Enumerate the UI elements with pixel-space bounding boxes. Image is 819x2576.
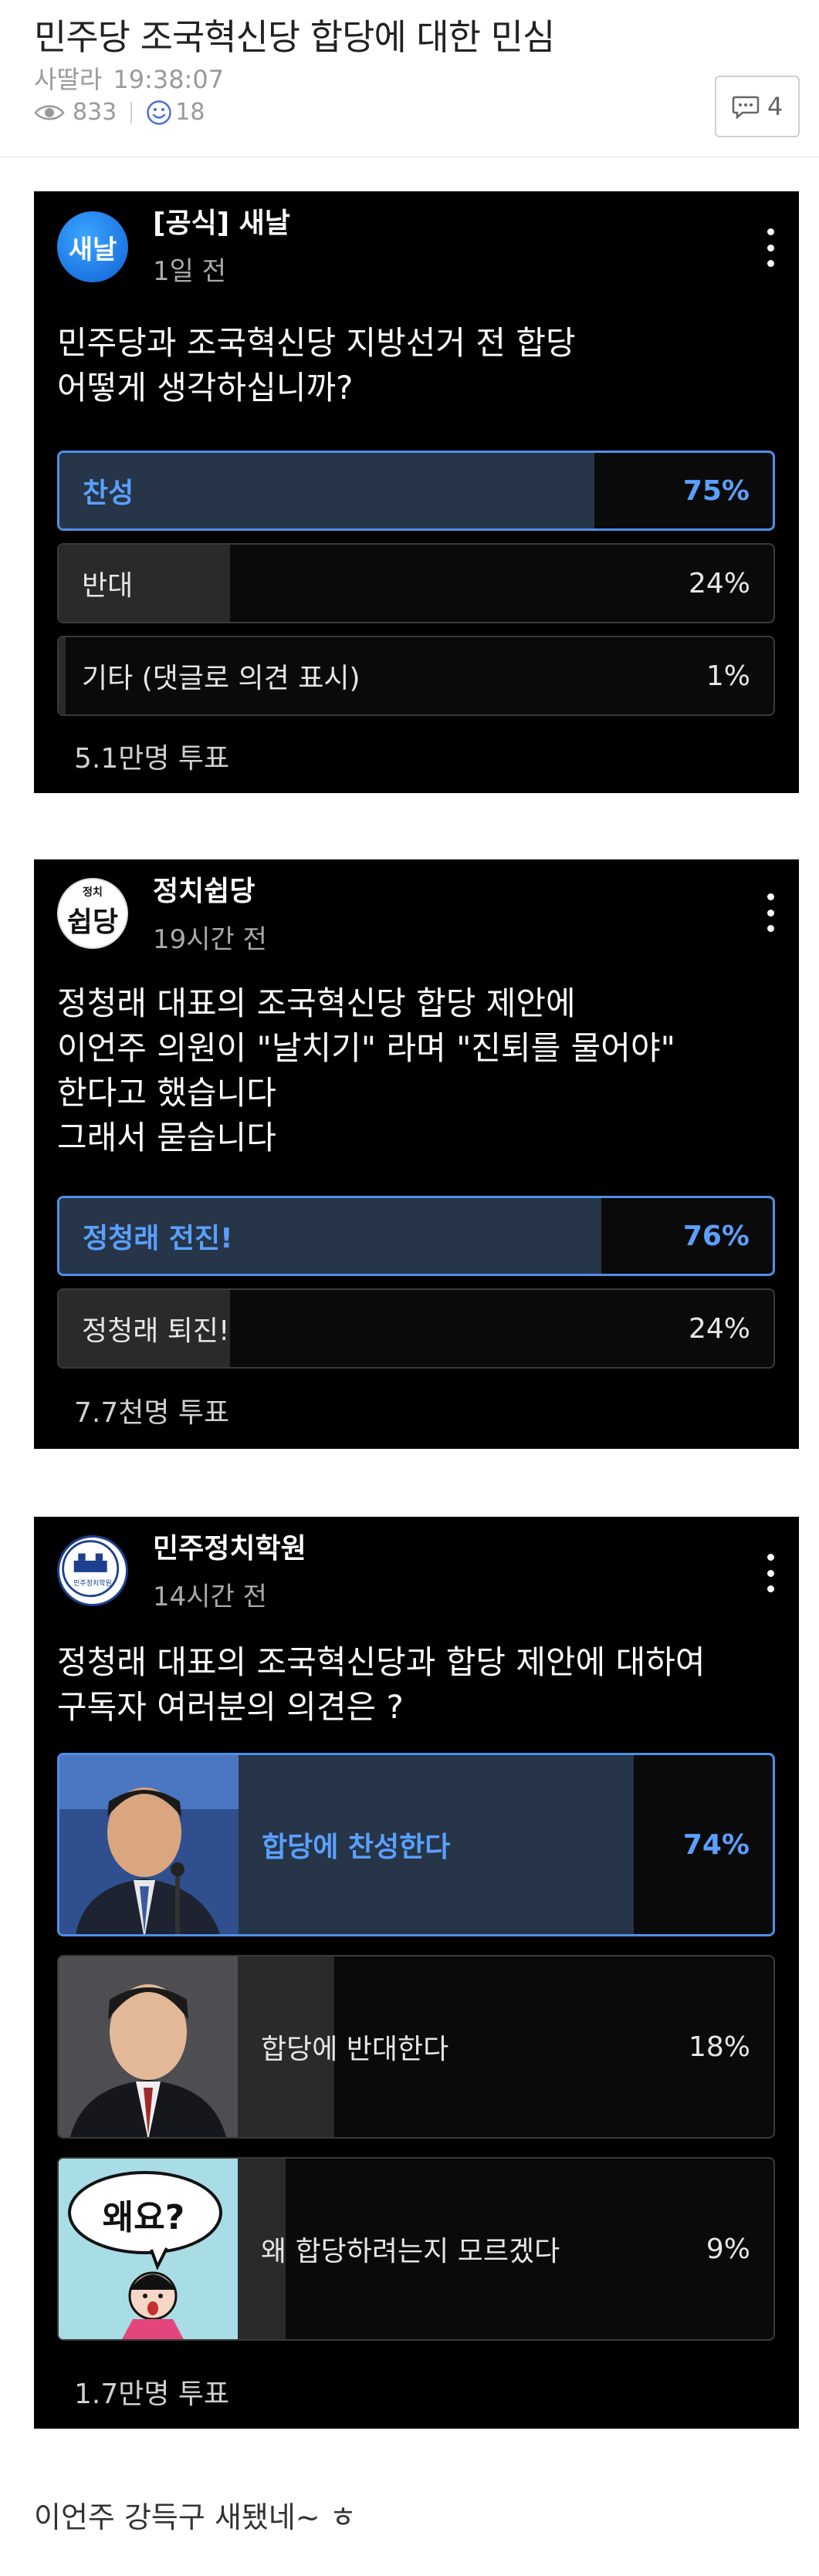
channel-name[interactable]: 정치쉽당 <box>153 869 255 909</box>
vote-count: 7.7천명 투표 <box>74 1397 230 1429</box>
poll-option-percent: 24% <box>688 567 750 599</box>
avatar-label: 쉽당 <box>66 906 119 938</box>
post-time: 19:38:07 <box>113 65 225 94</box>
post-title: 민주당 조국혁신당 합당에 대한 민심 <box>34 16 555 58</box>
poll-option-percent: 1% <box>706 660 750 692</box>
poll-question: 정청래 대표의 조국혁신당과 합당 제안에 대하여 구독자 여러분의 의견은 ? <box>57 1643 706 1726</box>
avatar-label: 새날 <box>68 235 117 265</box>
poll-option-percent: 76% <box>682 1220 750 1252</box>
poll-option-label: 찬성 <box>83 478 134 509</box>
poll-option-label: 정청래 전진! <box>83 1223 233 1254</box>
comment-icon <box>732 96 760 119</box>
channel-avatar[interactable]: 민주정치학원 <box>57 1535 128 1606</box>
post-age: 14시간 전 <box>153 1582 267 1612</box>
politician-photo <box>59 1755 239 1934</box>
poll-card: 정치 쉽당 정치쉽당 19시간 전 정청래 대표의 조국혁신당 합당 제안에 이… <box>34 859 799 1449</box>
poll-option-fill <box>59 637 66 714</box>
channel-name[interactable]: 민주정치학원 <box>153 1526 306 1566</box>
poll-option[interactable]: 정청래 전진! 76% <box>57 1196 775 1276</box>
poll-question: 정청래 대표의 조국혁신당 합당 제안에 이언주 의원이 "날치기" 라며 "진… <box>57 984 675 1156</box>
poll-option[interactable]: 합당에 찬성한다 74% <box>57 1753 775 1936</box>
poll-option-label: 합당에 반대한다 <box>261 2034 449 2065</box>
comment-button[interactable]: 4 <box>715 76 800 137</box>
cartoon-drawing <box>59 2159 238 2339</box>
poll-option-fill <box>59 453 594 528</box>
poll-option-percent: 18% <box>688 2031 750 2063</box>
poll-question: 민주당과 조국혁신당 지방선거 전 합당 어떻게 생각하십니까? <box>57 324 576 407</box>
poll-option-percent: 24% <box>688 1312 750 1345</box>
view-count: 833 <box>73 99 117 126</box>
comment-count: 4 <box>767 92 783 121</box>
poll-option[interactable]: 찬성 75% <box>57 451 775 531</box>
poll-option-percent: 74% <box>682 1828 750 1861</box>
author-name[interactable]: 사딸라 <box>34 65 102 94</box>
poll-card: 민주정치학원 민주정치학원 14시간 전 정청래 대표의 조국혁신당과 합당 제… <box>34 1517 799 2429</box>
post-age: 19시간 전 <box>153 924 267 955</box>
poll-card: 새날 [공식] 새날 1일 전 민주당과 조국혁신당 지방선거 전 합당 어떻게… <box>34 191 799 793</box>
poll-option-label: 합당에 찬성한다 <box>262 1832 451 1863</box>
poll-option-label: 왜 합당하려는지 모르겠다 <box>261 2236 560 2267</box>
vote-count: 1.7만명 투표 <box>74 2378 230 2410</box>
smile-icon[interactable] <box>146 100 172 126</box>
politician-photo <box>59 1956 238 2137</box>
stat-divider <box>130 101 133 123</box>
poll-option-label: 기타 (댓글로 의견 표시) <box>82 663 360 694</box>
poll-option[interactable]: 왜요? 왜 합당하려는지 모르겠다 9% <box>57 2157 775 2341</box>
post-body-text: 이언주 강득구 새됐네~ ㅎ <box>34 2500 357 2534</box>
photo-image <box>59 1755 239 1934</box>
more-options-icon[interactable] <box>765 1554 776 1592</box>
more-options-icon[interactable] <box>765 893 776 932</box>
poll-option[interactable]: 정청래 퇴진! 24% <box>57 1288 775 1369</box>
channel-avatar[interactable]: 정치 쉽당 <box>57 878 128 949</box>
post-meta: 사딸라 19:38:07 <box>34 60 224 96</box>
channel-avatar[interactable]: 새날 <box>57 211 128 282</box>
cartoon-speech-text: 왜요? <box>102 2198 185 2237</box>
post-age: 1일 전 <box>153 256 226 287</box>
poll-option[interactable]: 합당에 반대한다 18% <box>57 1955 775 2139</box>
party-logo-icon <box>62 1540 120 1598</box>
poll-option-percent: 9% <box>706 2233 750 2265</box>
channel-name[interactable]: [공식] 새날 <box>153 201 290 241</box>
more-options-icon[interactable] <box>765 228 776 267</box>
poll-option-percent: 75% <box>682 474 750 507</box>
post-stats: 833 18 <box>34 99 205 126</box>
vote-count: 5.1만명 투표 <box>74 743 230 775</box>
poll-option[interactable]: 반대 24% <box>57 543 775 623</box>
cartoon-image: 왜요? <box>59 2159 238 2339</box>
eye-icon <box>34 105 65 120</box>
avatar-label: 민주정치학원 <box>73 1580 112 1588</box>
poll-option-label: 반대 <box>82 570 134 602</box>
poll-option[interactable]: 기타 (댓글로 의견 표시) 1% <box>57 636 775 716</box>
poll-option-label: 정청래 퇴진! <box>82 1315 230 1347</box>
like-count: 18 <box>175 99 205 126</box>
post-header: 민주당 조국혁신당 합당에 대한 민심 사딸라 19:38:07 833 18 4 <box>0 0 819 157</box>
avatar-small-label: 정치 <box>83 886 103 899</box>
photo-image <box>59 1956 238 2137</box>
